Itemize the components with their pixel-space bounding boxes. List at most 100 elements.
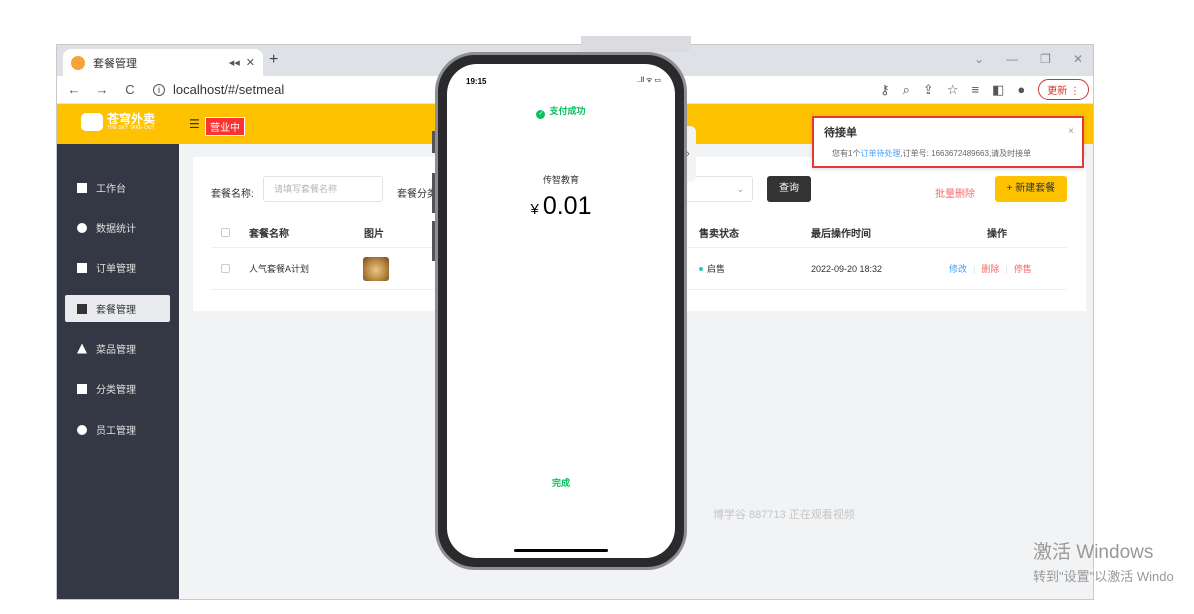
sidebar-item-label: 分类管理 bbox=[96, 385, 136, 396]
star-icon[interactable]: ☆ bbox=[947, 82, 959, 98]
close-icon[interactable]: × bbox=[1068, 126, 1074, 137]
search-input[interactable]: 请填写套餐名称 bbox=[263, 176, 383, 202]
select-all-checkbox[interactable] bbox=[221, 228, 230, 237]
row-status-text: 启售 bbox=[707, 264, 726, 274]
new-tab-button[interactable]: + bbox=[269, 51, 278, 69]
name-filter-label: 套餐名称: bbox=[211, 189, 254, 200]
batch-delete-button[interactable]: 批量删除 bbox=[935, 185, 975, 200]
sidebar-item-workbench[interactable]: 工作台 bbox=[65, 174, 170, 201]
status-badge: 营业中 bbox=[205, 117, 245, 136]
sidebar-item-statistics[interactable]: 数据统计 bbox=[65, 214, 170, 241]
stop-sale-button[interactable]: 停售 bbox=[1014, 262, 1032, 275]
phone-button bbox=[432, 173, 435, 213]
phone-button bbox=[432, 221, 435, 261]
gift-icon bbox=[77, 303, 87, 314]
document-icon bbox=[77, 262, 87, 273]
tab-close-icon[interactable]: ✕ bbox=[246, 56, 255, 69]
amount-value: 0.01 bbox=[542, 192, 592, 220]
message-prefix: 您有1个 bbox=[832, 149, 861, 158]
sidebar: 工作台 数据统计 订单管理 套餐管理 菜品管理 分类管理 员工管理 bbox=[57, 144, 179, 599]
favicon-icon bbox=[71, 55, 85, 70]
row-name: 人气套餐A计划 bbox=[249, 264, 310, 274]
sidebar-item-orders[interactable]: 订单管理 bbox=[65, 254, 170, 281]
logo: 苍穹外卖 THE SKY TAKE-OUT bbox=[81, 113, 155, 131]
sidebar-item-setmeal[interactable]: 套餐管理 bbox=[65, 295, 170, 322]
sidebar-item-categories[interactable]: 分类管理 bbox=[65, 375, 170, 402]
chart-icon bbox=[77, 222, 87, 233]
share-icon[interactable]: ⇪ bbox=[923, 82, 934, 98]
home-icon bbox=[77, 182, 87, 193]
profile-icon[interactable]: ● bbox=[1017, 82, 1025, 97]
address-bar[interactable]: i localhost/#/setmeal bbox=[153, 82, 284, 97]
add-setmeal-button[interactable]: + 新建套餐 bbox=[995, 176, 1067, 202]
payment-success: ✓ 支付成功 bbox=[447, 104, 675, 119]
info-circle-icon bbox=[77, 424, 87, 435]
key-icon[interactable]: ⚷ bbox=[880, 82, 890, 98]
payment-amount: ¥0.01 bbox=[447, 192, 675, 221]
row-checkbox[interactable] bbox=[221, 264, 230, 273]
edit-button[interactable]: 修改 bbox=[949, 262, 967, 275]
header-image: 图片 bbox=[364, 229, 384, 240]
merchant-name: 传智教育 bbox=[542, 175, 579, 185]
url-text: localhost/#/setmeal bbox=[173, 82, 285, 97]
close-window-icon[interactable]: ✕ bbox=[1073, 52, 1083, 66]
restore-icon[interactable]: ❐ bbox=[1040, 52, 1051, 66]
browser-tab[interactable]: 套餐管理 ◂◂ ✕ bbox=[63, 49, 263, 76]
phone-screen: 19:15 ..ll ᯤ ▭ ✓ 支付成功 传智教育 ¥0.01 完成 bbox=[447, 64, 675, 558]
side-panel-icon[interactable]: ◧ bbox=[992, 82, 1004, 98]
info-icon[interactable]: i bbox=[153, 83, 165, 96]
divider: | bbox=[973, 263, 976, 274]
logo-icon bbox=[81, 113, 103, 131]
notification-message: 您有1个订单待处理,订单号: 1663672489663,请及时接单 bbox=[832, 148, 1031, 159]
sidebar-item-label: 数据统计 bbox=[96, 224, 136, 235]
sidebar-item-employees[interactable]: 员工管理 bbox=[65, 416, 170, 443]
order-notification[interactable]: 待接单 × 您有1个订单待处理,订单号: 1663672489663,请及时接单 bbox=[812, 116, 1084, 168]
chevron-down-icon[interactable]: ⌄ bbox=[974, 52, 984, 66]
phone-button bbox=[432, 131, 435, 153]
currency-symbol: ¥ bbox=[530, 201, 539, 218]
message-suffix: ,订单号: 1663672489663,请及时接单 bbox=[900, 149, 1032, 158]
status-dot-icon bbox=[699, 266, 703, 271]
forward-icon[interactable]: → bbox=[91, 82, 113, 97]
tab-title: 套餐管理 bbox=[93, 57, 137, 70]
menu-toggle-icon[interactable]: ☰ bbox=[189, 117, 200, 131]
check-circle-icon: ✓ bbox=[536, 110, 546, 119]
logo-subtitle: THE SKY TAKE-OUT bbox=[107, 125, 155, 131]
activate-subtitle: 转到"设置"以激活 Windo bbox=[1033, 569, 1174, 584]
home-indicator[interactable] bbox=[514, 549, 608, 552]
grid-icon bbox=[77, 383, 87, 394]
header-status: 售卖状态 bbox=[699, 229, 739, 240]
delete-button[interactable]: 删除 bbox=[981, 262, 999, 275]
dish-icon bbox=[77, 343, 87, 354]
sidebar-item-label: 订单管理 bbox=[96, 264, 136, 275]
video-watermark: 博学谷 887713 正在观看视频 bbox=[713, 509, 855, 521]
query-button[interactable]: 查询 bbox=[767, 176, 811, 202]
reload-icon[interactable]: C bbox=[119, 82, 141, 97]
done-button[interactable]: 完成 bbox=[447, 476, 675, 489]
sidebar-item-dishes[interactable]: 菜品管理 bbox=[65, 335, 170, 362]
sidebar-item-label: 工作台 bbox=[96, 184, 126, 195]
back-icon[interactable]: ← bbox=[63, 82, 85, 97]
sidebar-item-label: 员工管理 bbox=[96, 426, 136, 437]
speaker-icon[interactable]: ◂◂ bbox=[229, 56, 240, 69]
pending-order-link[interactable]: 订单待处理 bbox=[860, 149, 900, 158]
zoom-icon[interactable]: ⌕ bbox=[903, 82, 910, 98]
setmeal-image bbox=[363, 256, 389, 281]
minimize-icon[interactable]: — bbox=[1006, 52, 1018, 66]
phone-frame: 19:15 ..ll ᯤ ▭ ✓ 支付成功 传智教育 ¥0.01 完成 bbox=[432, 52, 687, 570]
activate-title: 激活 Windows bbox=[1033, 542, 1154, 563]
update-button[interactable]: 更新 ⋮ bbox=[1038, 79, 1089, 100]
reading-list-icon[interactable]: ≡ bbox=[971, 82, 979, 97]
window-controls: ⌄ — ❐ ✕ bbox=[974, 52, 1083, 66]
category-filter-label: 套餐分类 bbox=[397, 189, 437, 200]
windows-activation-watermark: 激活 Windows 转到"设置"以激活 Windo bbox=[1033, 537, 1174, 585]
signal-battery-icon: ..ll ᯤ ▭ bbox=[637, 77, 661, 84]
chevron-down-icon: ⌄ bbox=[736, 184, 744, 194]
sidebar-item-label: 菜品管理 bbox=[96, 345, 136, 356]
payment-success-text: 支付成功 bbox=[549, 106, 586, 116]
header-name: 套餐名称 bbox=[249, 229, 289, 240]
divider: | bbox=[1005, 263, 1008, 274]
floating-toolbar-tab bbox=[581, 36, 691, 52]
header-updated: 最后操作时间 bbox=[811, 229, 871, 240]
header-actions: 操作 bbox=[987, 229, 1007, 240]
